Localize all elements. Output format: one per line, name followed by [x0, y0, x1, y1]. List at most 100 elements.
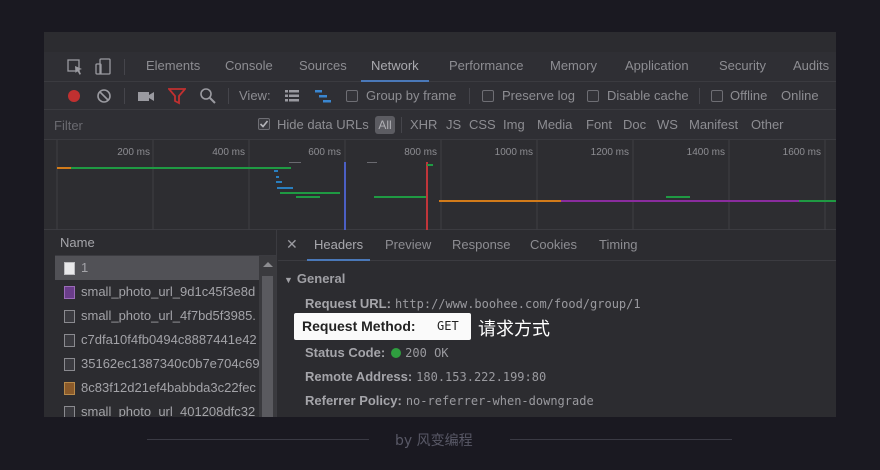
- referrer-policy-row: Referrer Policy: no-referrer-when-downgra…: [305, 393, 594, 408]
- filter-input[interactable]: [54, 117, 234, 134]
- tab-security[interactable]: Security: [719, 52, 766, 82]
- timeline-bar: [561, 200, 799, 202]
- waterfall-overview-icon[interactable]: [314, 87, 332, 105]
- page: Elements Console Sources Network Perform…: [0, 0, 880, 470]
- tab-headers[interactable]: Headers: [307, 230, 371, 261]
- filter-funnel-icon[interactable]: [167, 87, 187, 105]
- filter-manifest[interactable]: Manifest: [689, 110, 738, 140]
- filter-font[interactable]: Font: [586, 110, 612, 140]
- load-event-line: [426, 162, 428, 230]
- scroll-thumb[interactable]: [262, 276, 273, 417]
- hide-data-urls-checkbox[interactable]: [258, 118, 270, 130]
- network-timeline-overview[interactable]: 200 ms 400 ms 600 ms 800 ms 1000 ms 1200…: [44, 140, 836, 230]
- scroll-up-arrow-icon[interactable]: [263, 262, 273, 267]
- tick-label: 1000 ms: [495, 147, 533, 158]
- devtools-window: Elements Console Sources Network Perform…: [44, 32, 836, 417]
- request-name: 1: [81, 260, 89, 275]
- offline-checkbox[interactable]: [711, 90, 723, 102]
- request-name: c7dfa10f4fb0494c8887441e42: [81, 332, 257, 347]
- separator: [228, 88, 229, 104]
- referrer-policy-key: Referrer Policy:: [305, 393, 402, 408]
- referrer-policy-value: no-referrer-when-downgrade: [405, 394, 594, 408]
- name-column-header[interactable]: Name: [55, 230, 276, 256]
- tab-timing[interactable]: Timing: [599, 230, 638, 261]
- throttling-select[interactable]: Online: [781, 88, 819, 103]
- request-row[interactable]: c7dfa10f4fb0494c8887441e42: [55, 328, 260, 352]
- footer-divider: [510, 439, 732, 440]
- tab-response[interactable]: Response: [452, 230, 511, 261]
- footer-credit: by 风变编程: [395, 433, 473, 449]
- remote-address-value: 180.153.222.199:80: [416, 370, 547, 384]
- timeline-bar: [280, 192, 340, 194]
- request-name: small_photo_url_9d1c45f3e8d: [81, 284, 256, 299]
- disable-cache-checkbox[interactable]: [587, 90, 599, 102]
- tab-cookies[interactable]: Cookies: [530, 230, 577, 261]
- request-row[interactable]: small_photo_url_401208dfc32: [55, 400, 260, 417]
- dom-content-loaded-line: [344, 162, 346, 230]
- clear-icon[interactable]: [95, 87, 113, 105]
- device-toolbar-icon[interactable]: [94, 58, 112, 76]
- general-section-title: General: [296, 271, 346, 286]
- filter-xhr[interactable]: XHR: [410, 110, 437, 140]
- offline-label: Offline: [730, 88, 768, 103]
- search-icon[interactable]: [199, 87, 217, 105]
- request-name: 8c83f12d21ef4babbda3c22fec: [81, 380, 256, 395]
- filter-css[interactable]: CSS: [469, 110, 496, 140]
- status-code-row: Status Code: 200 OK: [305, 345, 449, 360]
- request-row[interactable]: small_photo_url_4f7bd5f3985.: [55, 304, 260, 328]
- request-method-key: Request Method:: [302, 318, 416, 334]
- record-icon[interactable]: [65, 87, 83, 105]
- image-file-icon: [64, 286, 75, 299]
- tab-performance[interactable]: Performance: [449, 52, 523, 82]
- view-label: View:: [239, 88, 271, 103]
- tab-memory[interactable]: Memory: [550, 52, 597, 82]
- tab-application[interactable]: Application: [625, 52, 689, 82]
- timeline-tick-labels: 200 ms 400 ms 600 ms 800 ms 1000 ms 1200…: [117, 147, 821, 158]
- close-icon[interactable]: ✕: [286, 236, 298, 253]
- tab-elements[interactable]: Elements: [146, 52, 200, 82]
- timeline-bar: [274, 170, 278, 172]
- filter-img[interactable]: Img: [503, 110, 525, 140]
- request-row[interactable]: 35162ec1387340c0b7e704c69: [55, 352, 260, 376]
- tab-console[interactable]: Console: [225, 52, 273, 82]
- general-section-toggle[interactable]: ▼ General: [284, 271, 345, 286]
- timeline-bar: [427, 164, 433, 166]
- separator: [469, 88, 470, 104]
- group-by-frame-checkbox[interactable]: [346, 90, 358, 102]
- separator: [124, 88, 125, 104]
- timeline-bar: [276, 181, 282, 183]
- timeline-bar: [71, 167, 291, 169]
- request-name: small_photo_url_4f7bd5f3985.: [81, 308, 256, 323]
- video-camera-icon[interactable]: [137, 87, 155, 105]
- file-icon: [64, 406, 75, 417]
- request-list-scrollbar[interactable]: [259, 256, 276, 417]
- filter-js[interactable]: JS: [446, 110, 461, 140]
- timeline-bar: [799, 200, 836, 202]
- tick-label: 600 ms: [308, 147, 341, 158]
- filter-other[interactable]: Other: [751, 110, 784, 140]
- tab-network[interactable]: Network: [361, 52, 429, 82]
- filter-doc[interactable]: Doc: [623, 110, 646, 140]
- annotation-label: 请求方式: [478, 319, 550, 340]
- timeline-bar: [57, 167, 71, 169]
- tab-sources[interactable]: Sources: [299, 52, 347, 82]
- request-row[interactable]: small_photo_url_9d1c45f3e8d: [55, 280, 260, 304]
- request-row[interactable]: 8c83f12d21ef4babbda3c22fec: [55, 376, 260, 400]
- request-list: Name 1 small_photo_url_9d1c45f3e8d small…: [55, 230, 277, 417]
- filter-media[interactable]: Media: [537, 110, 572, 140]
- request-row-selected[interactable]: 1: [55, 256, 260, 280]
- image-file-icon: [64, 382, 75, 395]
- filter-all-button[interactable]: All: [375, 116, 395, 134]
- tab-audits[interactable]: Audits: [793, 52, 829, 82]
- preserve-log-checkbox[interactable]: [482, 90, 494, 102]
- filter-ws[interactable]: WS: [657, 110, 678, 140]
- group-by-frame-label: Group by frame: [366, 88, 457, 103]
- inspect-element-icon[interactable]: [66, 58, 84, 76]
- separator: [401, 117, 402, 133]
- large-request-rows-icon[interactable]: [283, 87, 301, 105]
- tab-preview[interactable]: Preview: [385, 230, 431, 261]
- tick-label: 1200 ms: [591, 147, 629, 158]
- tick-label: 1400 ms: [687, 147, 725, 158]
- file-icon: [64, 334, 75, 347]
- request-method-value: GET: [437, 319, 459, 333]
